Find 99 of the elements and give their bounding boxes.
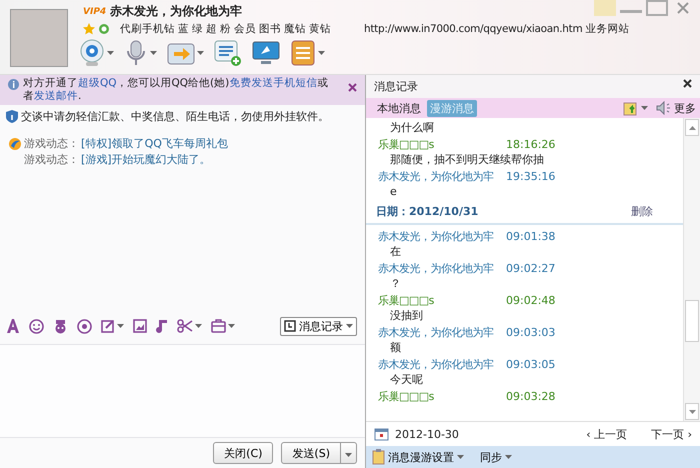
export-icon[interactable] xyxy=(623,100,639,116)
font-icon[interactable] xyxy=(6,319,20,333)
caret-icon xyxy=(346,324,353,328)
message-time: 09:03:03 xyxy=(506,326,556,338)
ad-link[interactable]: 会员 xyxy=(234,22,256,36)
ad-link[interactable]: 粉 xyxy=(220,22,231,36)
message-time: 09:01:38 xyxy=(506,230,556,242)
calendar-icon[interactable] xyxy=(374,427,389,441)
briefcase-icon[interactable] xyxy=(211,319,226,333)
info-icon xyxy=(8,79,19,90)
ad-link[interactable]: 图书 xyxy=(259,22,281,36)
notice-link[interactable]: 发送邮件 xyxy=(34,90,78,102)
ad-link[interactable]: 绿 xyxy=(192,22,203,36)
webcam-icon[interactable] xyxy=(79,39,105,67)
close-icon[interactable] xyxy=(683,79,692,88)
game-logo-icon xyxy=(8,136,22,150)
sender-name: 赤木发光，为你化地为牢 xyxy=(378,324,494,340)
notice-link[interactable]: 免费发送手机短信 xyxy=(229,77,318,89)
date-heading: 日期：2012/10/31 xyxy=(376,204,478,219)
caret-icon xyxy=(228,324,235,328)
panel-title: 消息记录 xyxy=(374,79,418,94)
scissors-icon[interactable] xyxy=(177,319,193,333)
next-page-link[interactable]: 下一页 › xyxy=(651,426,692,442)
app-box-icon[interactable] xyxy=(290,39,316,67)
history-tab[interactable]: 本地消息 xyxy=(374,100,424,116)
history-date: 2012-10-30 xyxy=(395,428,459,440)
scroll-up-icon[interactable] xyxy=(688,126,696,130)
sender-name: 乐巢□□□s xyxy=(378,292,435,308)
caret-icon xyxy=(641,106,648,110)
business-site-link[interactable]: 业务网站 xyxy=(585,22,630,36)
message-time: 19:35:16 xyxy=(506,170,556,182)
more-menu[interactable]: 更多 xyxy=(674,100,696,116)
feed-label: 游戏动态： xyxy=(24,152,79,167)
message-time: 09:02:48 xyxy=(506,294,556,306)
roaming-settings-menu[interactable]: 消息漫游设置 xyxy=(372,449,464,465)
sender-name: 赤木发光，为你化地为牢 xyxy=(378,260,494,276)
message-time: 18:16:26 xyxy=(506,138,556,150)
send-button[interactable]: 发送(S) xyxy=(281,442,341,464)
message-text: 今天呢 xyxy=(389,372,424,388)
message-history-button[interactable]: 消息记录 xyxy=(280,316,357,336)
caret-icon xyxy=(150,51,157,55)
send-options-button[interactable] xyxy=(341,442,357,464)
sync-menu[interactable]: 同步 xyxy=(480,450,512,464)
website-url[interactable]: http://www.in7000.com/qqyewu/xiaoan.htm xyxy=(364,23,582,35)
security-notice: 交谈中请勿轻信汇款、中奖信息、陌生电话，勿使用外挂软件。 xyxy=(21,109,329,124)
ad-link[interactable]: 黄钻 xyxy=(309,22,331,36)
remote-desktop-icon[interactable] xyxy=(252,40,280,66)
message-text: 为什么啊 xyxy=(389,120,435,136)
caret-icon xyxy=(318,51,325,55)
message-text: e xyxy=(389,184,398,200)
caret-icon xyxy=(195,324,202,328)
message-text: 那随便，抽不到明天继续帮你抽 xyxy=(389,152,545,168)
message-list-icon[interactable] xyxy=(214,39,242,67)
feed-link[interactable]: [游戏]开始玩魔幻大陆了。 xyxy=(81,152,211,167)
previous-page-link[interactable]: ‹ 上一页 xyxy=(586,426,628,442)
caret-icon xyxy=(197,51,204,55)
message-text: 额 xyxy=(389,340,402,356)
caret-icon xyxy=(117,324,124,328)
ad-link[interactable]: 代刷手机钻 xyxy=(120,22,175,36)
scroll-down-icon[interactable] xyxy=(688,410,696,414)
sender-name: 赤木发光，为你化地为牢 xyxy=(378,168,494,184)
speaker-icon[interactable] xyxy=(656,101,672,115)
caret-icon xyxy=(345,452,352,456)
delete-link[interactable]: 删除 xyxy=(631,204,653,219)
sender-name: 赤木发光，为你化地为牢 xyxy=(378,228,494,244)
message-time: 09:03:28 xyxy=(506,390,556,402)
message-text: ？ xyxy=(389,276,402,292)
ad-link[interactable]: 超 xyxy=(206,22,217,36)
scrollbar[interactable] xyxy=(683,118,700,421)
close-button[interactable]: 关闭(C) xyxy=(213,442,274,464)
microphone-icon[interactable] xyxy=(124,39,148,67)
scroll-thumb[interactable] xyxy=(685,300,699,342)
star-icon xyxy=(83,23,95,35)
vip-label: VIP4 xyxy=(83,6,106,16)
message-time: 09:03:05 xyxy=(506,358,556,370)
contact-nickname: 赤木发光，为你化地为牢 xyxy=(110,3,242,20)
caret-icon xyxy=(505,455,512,459)
edit-icon[interactable] xyxy=(101,319,115,333)
notice-text: 对方开通了 超级QQ，您可以用QQ给他(她)免费发送手机短信或者发送邮件. xyxy=(23,77,330,103)
close-icon[interactable] xyxy=(348,83,357,92)
smiley-icon[interactable] xyxy=(29,318,44,334)
ad-link[interactable]: 蓝 xyxy=(178,22,189,36)
notice-link[interactable]: 超级QQ xyxy=(78,77,117,89)
message-text: 在 xyxy=(389,244,402,260)
sender-name: 乐巢□□□s xyxy=(378,136,435,152)
feed-label: 游戏动态： xyxy=(24,136,79,151)
caret-icon xyxy=(107,51,114,55)
message-text: 没抽到 xyxy=(389,308,424,324)
sender-name: 乐巢□□□s xyxy=(378,388,435,404)
ad-link[interactable]: 魔钻 xyxy=(284,22,306,36)
sender-name: 赤木发光，为你化地为牢 xyxy=(378,356,494,372)
clock-icon xyxy=(284,320,296,332)
feed-link[interactable]: [特权]领取了QQ飞车每周礼包 xyxy=(81,136,228,151)
music-note-icon[interactable] xyxy=(156,318,168,334)
clipboard-icon xyxy=(372,449,385,465)
message-time: 09:02:27 xyxy=(506,262,556,274)
image-icon[interactable] xyxy=(133,319,147,333)
shield-icon xyxy=(6,110,18,123)
caret-icon xyxy=(457,455,464,459)
